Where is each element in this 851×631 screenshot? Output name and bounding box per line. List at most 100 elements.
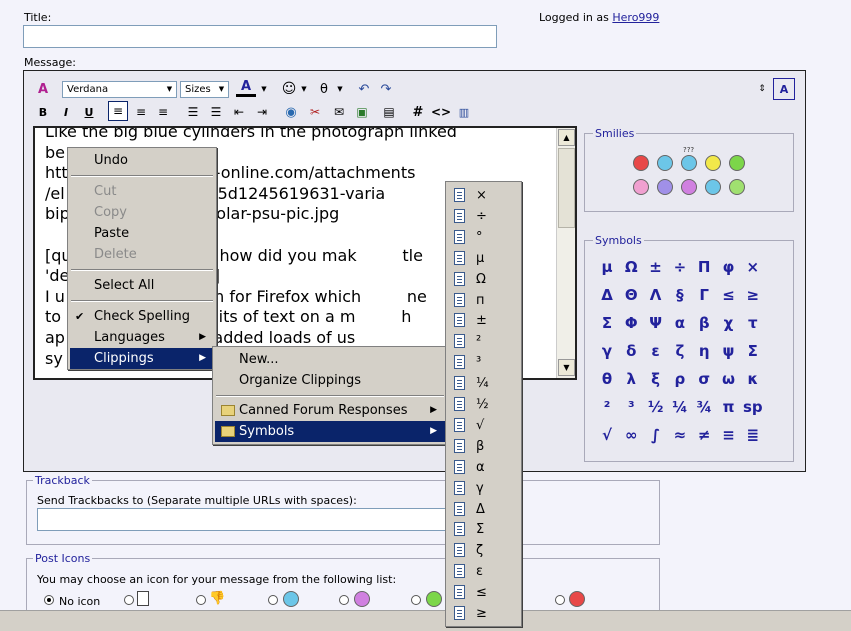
symbol-button[interactable]: ρ: [668, 370, 692, 388]
symbol-button[interactable]: ξ: [644, 370, 668, 388]
code-icon[interactable]: #: [410, 103, 426, 121]
clippings-organize[interactable]: Organize Clippings: [215, 370, 445, 391]
title-input[interactable]: [23, 25, 497, 48]
scroll-up-icon[interactable]: ▲: [558, 129, 575, 146]
symbol-clipping-item[interactable]: Δ: [448, 499, 519, 520]
textarea-scrollbar[interactable]: ▲ ▼: [556, 128, 575, 378]
smiley-menu-icon[interactable]: ☺: [280, 80, 298, 98]
happy-smiley-icon[interactable]: [705, 155, 721, 171]
symbol-button[interactable]: ∫: [644, 426, 668, 444]
menu-item-cut[interactable]: Cut: [70, 181, 214, 202]
post-icon-radio[interactable]: [339, 595, 349, 605]
chevron-down-icon[interactable]: ▼: [300, 80, 308, 98]
symbol-clipping-item[interactable]: п: [448, 290, 519, 311]
clippings-new[interactable]: New...: [215, 349, 445, 370]
unordered-list-icon[interactable]: ☰: [207, 103, 225, 121]
menu-item-delete[interactable]: Delete: [70, 244, 214, 265]
indent-icon[interactable]: ⇥: [253, 103, 271, 121]
chevron-down-icon[interactable]: ▼: [260, 80, 268, 98]
insert-email-icon[interactable]: ✉: [330, 103, 348, 121]
align-center-icon[interactable]: ≡: [132, 103, 150, 121]
symbol-clipping-item[interactable]: ε: [448, 561, 519, 582]
symbol-clipping-item[interactable]: ¼: [448, 373, 519, 394]
post-icon-radio[interactable]: [268, 595, 278, 605]
symbol-button[interactable]: ≠: [692, 426, 716, 444]
underline-icon[interactable]: U: [82, 103, 96, 121]
symbol-button[interactable]: √: [595, 426, 619, 444]
symbol-button[interactable]: τ: [741, 314, 765, 332]
symbol-button[interactable]: Σ: [741, 342, 765, 360]
symbol-button[interactable]: ∞: [619, 426, 643, 444]
chevron-down-icon[interactable]: ▼: [336, 80, 344, 98]
eek-smiley-icon[interactable]: [729, 179, 745, 195]
menu-item-languages[interactable]: Languages ▶: [70, 327, 214, 348]
symbol-button[interactable]: η: [692, 342, 716, 360]
size-select[interactable]: Sizes ▼: [180, 81, 229, 98]
symbol-button[interactable]: μ: [595, 258, 619, 276]
symbol-button[interactable]: Θ: [619, 286, 643, 304]
scroll-thumb[interactable]: [558, 148, 575, 228]
symbol-button[interactable]: ²: [595, 398, 619, 416]
clippings-canned-responses[interactable]: Canned Forum Responses ▶: [215, 400, 445, 421]
symbol-button[interactable]: φ: [717, 258, 741, 276]
symbol-button[interactable]: κ: [741, 370, 765, 388]
symbol-clipping-item[interactable]: ±: [448, 310, 519, 331]
italic-icon[interactable]: I: [59, 103, 73, 121]
symbol-clipping-item[interactable]: °: [448, 227, 519, 248]
symbol-button[interactable]: ≡: [717, 426, 741, 444]
symbol-button[interactable]: ¾: [692, 398, 716, 416]
symbol-button[interactable]: Π: [692, 258, 716, 276]
symbol-button[interactable]: α: [668, 314, 692, 332]
font-color-icon[interactable]: A: [236, 79, 256, 97]
symbol-button[interactable]: ±: [644, 258, 668, 276]
symbol-button[interactable]: sp: [741, 398, 765, 416]
menu-item-undo[interactable]: Undo: [70, 150, 214, 171]
symbol-button[interactable]: ≤: [717, 286, 741, 304]
switch-mode-icon[interactable]: A: [34, 80, 52, 98]
symbol-button[interactable]: ψ: [717, 342, 741, 360]
symbol-button[interactable]: Ψ: [644, 314, 668, 332]
symbol-button[interactable]: ≥: [741, 286, 765, 304]
symbol-clipping-item[interactable]: ÷: [448, 206, 519, 227]
symbol-clipping-item[interactable]: ³: [448, 352, 519, 373]
menu-item-copy[interactable]: Copy: [70, 202, 214, 223]
symbol-button[interactable]: Ω: [619, 258, 643, 276]
symbol-button[interactable]: ÷: [668, 258, 692, 276]
symbol-clipping-item[interactable]: ²: [448, 331, 519, 352]
remove-link-icon[interactable]: ✂: [306, 103, 324, 121]
no-icon-radio[interactable]: [44, 595, 54, 605]
html-icon[interactable]: <>: [431, 103, 451, 121]
symbol-button[interactable]: Δ: [595, 286, 619, 304]
symbol-clipping-item[interactable]: √: [448, 415, 519, 436]
menu-item-clippings[interactable]: Clippings ▶: [70, 348, 214, 369]
trackback-input[interactable]: [37, 508, 457, 531]
outdent-icon[interactable]: ⇤: [230, 103, 248, 121]
toggle-wysiwyg-icon[interactable]: A: [773, 78, 795, 100]
scroll-down-icon[interactable]: ▼: [558, 359, 575, 376]
symbol-clipping-item[interactable]: Ω: [448, 269, 519, 290]
redface-smiley-icon[interactable]: [681, 179, 697, 195]
symbol-button[interactable]: θ: [595, 370, 619, 388]
symbol-button[interactable]: β: [692, 314, 716, 332]
post-icon-radio[interactable]: [196, 595, 206, 605]
symbol-clipping-item[interactable]: μ: [448, 248, 519, 269]
frown-smiley-icon[interactable]: [657, 179, 673, 195]
symbol-button[interactable]: ≣: [741, 426, 765, 444]
symbol-clipping-item[interactable]: Σ: [448, 519, 519, 540]
symbol-button[interactable]: δ: [619, 342, 643, 360]
bold-icon[interactable]: B: [36, 103, 50, 121]
symbol-button[interactable]: Σ: [595, 314, 619, 332]
undo-icon[interactable]: ↶: [356, 80, 372, 98]
symbol-clipping-item[interactable]: ½: [448, 394, 519, 415]
symbol-clipping-item[interactable]: ×: [448, 185, 519, 206]
align-left-icon[interactable]: ≡: [108, 101, 128, 121]
symbol-button[interactable]: Λ: [644, 286, 668, 304]
post-icon-radio[interactable]: [411, 595, 421, 605]
symbol-button[interactable]: §: [668, 286, 692, 304]
insert-link-icon[interactable]: ◉: [282, 103, 300, 121]
cool-smiley-icon[interactable]: [705, 179, 721, 195]
php-icon[interactable]: ▥: [456, 103, 472, 121]
ordered-list-icon[interactable]: ☰: [184, 103, 202, 121]
symbol-button[interactable]: ζ: [668, 342, 692, 360]
symbol-clipping-item[interactable]: β: [448, 436, 519, 457]
